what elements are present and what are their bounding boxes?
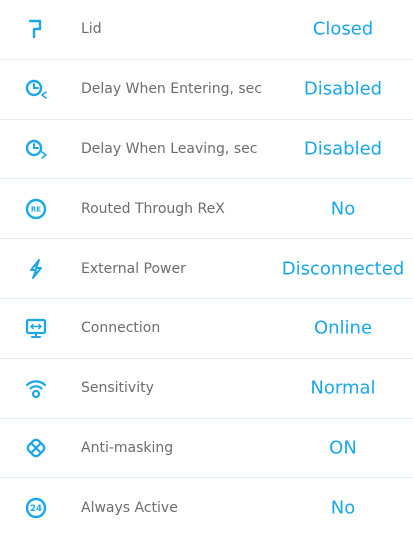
row-label: Always Active	[81, 500, 178, 517]
row-label: External Power	[81, 260, 186, 277]
row-value: Disconnected	[281, 258, 405, 280]
svg-text:24: 24	[30, 504, 42, 514]
row-value: No	[330, 198, 356, 220]
row-label: Connection	[81, 320, 161, 337]
row-value: Online	[313, 317, 373, 339]
device-settings-list: Lid Closed Delay When Entering, sec Disa…	[0, 0, 413, 538]
rex-icon: RE	[24, 197, 48, 221]
lid-icon	[24, 17, 48, 41]
row-value: No	[330, 497, 356, 519]
svg-text:RE: RE	[31, 205, 41, 213]
delay-entering-icon	[24, 77, 48, 101]
always-active-icon: 24	[24, 496, 48, 520]
row-delay-leaving[interactable]: Delay When Leaving, sec Disabled	[0, 120, 413, 180]
row-sensitivity[interactable]: Sensitivity Normal	[0, 359, 413, 419]
row-connection[interactable]: Connection Online	[0, 299, 413, 359]
row-label: Sensitivity	[81, 380, 154, 397]
row-label: Lid	[81, 21, 102, 38]
row-always-active[interactable]: 24 Always Active No	[0, 478, 413, 538]
row-value: Normal	[310, 377, 376, 399]
delay-leaving-icon	[24, 137, 48, 161]
row-delay-entering[interactable]: Delay When Entering, sec Disabled	[0, 60, 413, 120]
connection-icon	[24, 316, 48, 340]
row-label: Delay When Leaving, sec	[81, 140, 258, 157]
row-value: Disabled	[303, 78, 383, 100]
row-label: Anti-masking	[81, 439, 174, 456]
row-value: Closed	[312, 18, 374, 40]
row-label: Routed Through ReX	[81, 200, 225, 217]
row-routed-through-rex[interactable]: RE Routed Through ReX No	[0, 179, 413, 240]
row-value: ON	[329, 437, 357, 459]
row-value: Disabled	[303, 138, 383, 160]
row-external-power[interactable]: External Power Disconnected	[0, 239, 413, 299]
row-label: Delay When Entering, sec	[81, 81, 262, 98]
row-lid[interactable]: Lid Closed	[0, 0, 413, 60]
lightning-icon	[24, 257, 48, 281]
sensitivity-icon	[24, 376, 48, 400]
row-anti-masking[interactable]: Anti-masking ON	[0, 419, 413, 479]
anti-masking-icon	[24, 436, 48, 460]
